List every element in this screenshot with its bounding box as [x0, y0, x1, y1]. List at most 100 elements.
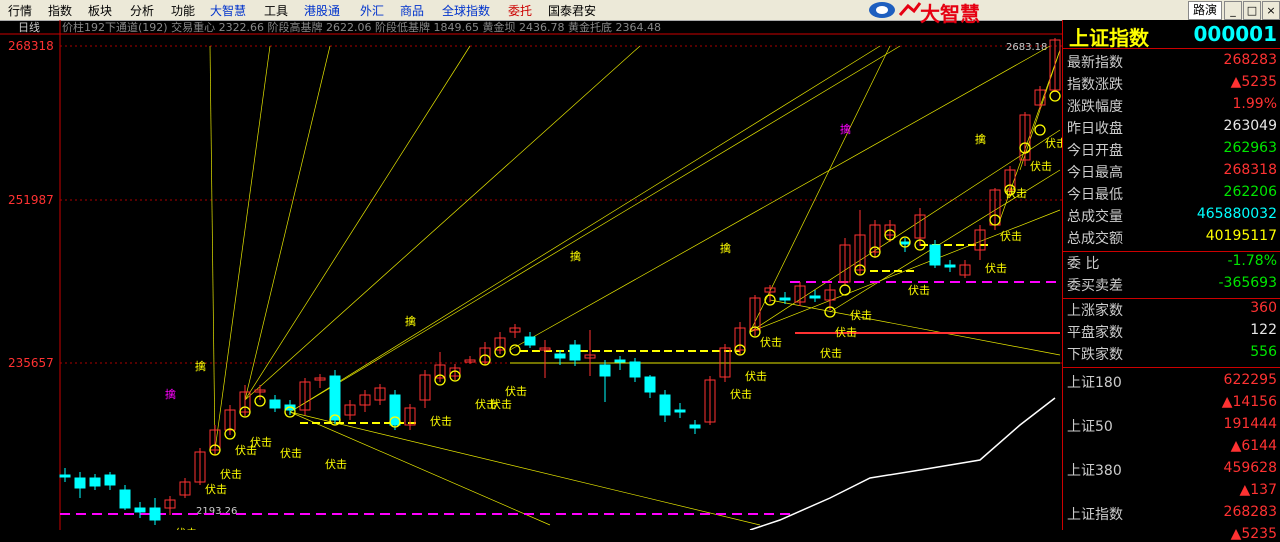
- y-axis-label-low: 235657: [8, 356, 54, 370]
- grab-label: 擒: [405, 314, 416, 328]
- candle-body: [779, 297, 791, 301]
- menu-item-global-index[interactable]: 全球指数: [442, 2, 490, 19]
- fan-line: [749, 45, 891, 333]
- quote-label: 涨跌幅度: [1067, 99, 1123, 115]
- grab-label: 擒: [720, 241, 731, 255]
- fan-line: [769, 299, 1061, 356]
- signal-label: 伏击: [745, 369, 767, 383]
- fan-line: [749, 209, 1061, 333]
- menu-item-forex[interactable]: 外汇: [360, 2, 384, 19]
- signal-label: 伏击: [1030, 159, 1052, 173]
- candle-body: [554, 353, 566, 359]
- candle-body: [629, 361, 641, 378]
- index-change: ▲5235: [1230, 526, 1277, 542]
- candle-body: [119, 489, 131, 509]
- candle-body: [809, 295, 821, 299]
- quote-label: 今日最低: [1067, 187, 1123, 203]
- menu-item-tools[interactable]: 工具: [264, 2, 288, 19]
- kline-chart-svg[interactable]: 日线 价柱192下通道(192) 交易重心 2322.66 阶段高基牌 2622…: [0, 20, 1067, 540]
- fan-line: [214, 45, 271, 451]
- indicator-header: 价柱192下通道(192) 交易重心 2322.66 阶段高基牌 2622.06…: [62, 20, 661, 34]
- signal-label: 伏击: [985, 261, 1007, 275]
- quote-panel: 上证指数 000001 最新指数 268283 指数涨跌 ▲5235 涨跌幅度 1.99%…: [1062, 20, 1280, 542]
- roadshow-button[interactable]: 路演: [1188, 1, 1222, 20]
- grab-label: 擒: [840, 122, 851, 136]
- menu-item-index[interactable]: 指数: [48, 2, 72, 19]
- quote-value: ▲5235: [1230, 74, 1277, 90]
- fan-line: [509, 45, 1051, 351]
- candle-body: [269, 399, 281, 409]
- candle-body: [134, 507, 146, 513]
- signal-marker: [509, 344, 521, 356]
- signal-label: 伏击: [760, 335, 782, 349]
- candle-body: [899, 241, 911, 245]
- period-tab[interactable]: 日线: [18, 20, 40, 34]
- candle-body: [944, 264, 956, 268]
- signal-label: 伏击: [250, 435, 272, 449]
- menu-item-gtja[interactable]: 国泰君安: [548, 2, 596, 19]
- index-label[interactable]: 上证180: [1067, 372, 1122, 392]
- quote-label: 总成交量: [1067, 209, 1123, 225]
- quote-value: 1.99%: [1232, 96, 1277, 112]
- index-value: 622295: [1223, 372, 1277, 388]
- candle-body: [674, 409, 686, 413]
- menu-item-trade[interactable]: 委托: [508, 2, 532, 19]
- signal-label: 伏击: [1045, 136, 1062, 150]
- quote-label: 今日开盘: [1067, 143, 1123, 159]
- grab-label: 擒: [975, 132, 986, 146]
- quote-label: 下跌家数: [1067, 347, 1123, 363]
- signal-marker: [1034, 124, 1046, 136]
- index-change: ▲6144: [1230, 438, 1277, 454]
- maximize-button[interactable]: □: [1243, 1, 1261, 20]
- index-change: ▲137: [1239, 482, 1278, 498]
- menu-item-function[interactable]: 功能: [171, 2, 195, 19]
- quote-value: 465880032: [1196, 206, 1277, 222]
- quote-label: 今日最高: [1067, 165, 1123, 181]
- index-label[interactable]: 上证380: [1067, 460, 1122, 480]
- candle-body: [659, 394, 671, 416]
- candle-body: [599, 364, 611, 377]
- quote-label: 指数涨跌: [1067, 77, 1123, 93]
- grab-label: 擒: [195, 359, 206, 373]
- signal-label: 伏击: [850, 308, 872, 322]
- quote-label: 委买卖差: [1067, 278, 1123, 294]
- y-axis-label-top: 268318: [8, 39, 54, 53]
- quote-value: 262963: [1223, 140, 1277, 156]
- signal-marker: [1049, 90, 1061, 102]
- candle-body: [644, 376, 656, 393]
- signal-label: 伏击: [908, 283, 930, 297]
- quote-value: 122: [1250, 322, 1277, 338]
- quote-value: 556: [1250, 344, 1277, 360]
- fan-line: [244, 45, 641, 401]
- index-label[interactable]: 上证指数: [1067, 504, 1123, 524]
- menu-item-hk-connect[interactable]: 港股通: [304, 2, 340, 19]
- signal-label: 伏击: [175, 526, 197, 530]
- candle-body: [89, 477, 101, 487]
- minimize-button[interactable]: _: [1224, 1, 1242, 20]
- quote-label: 最新指数: [1067, 55, 1123, 71]
- menu-item-sector[interactable]: 板块: [88, 2, 112, 19]
- signal-label: 伏击: [505, 384, 527, 398]
- kline-chart[interactable]: 日线 价柱192下通道(192) 交易重心 2322.66 阶段高基牌 2622…: [0, 20, 1067, 540]
- quote-label: 平盘家数: [1067, 325, 1123, 341]
- menu-item-commodity[interactable]: 商品: [400, 2, 424, 19]
- signal-labels: 伏击伏击伏击伏击伏击伏击伏击伏击伏击伏击 伏击伏击伏击伏击伏击伏击伏击伏击伏击伏击…: [165, 90, 1067, 540]
- brand-logo-icon: [869, 2, 922, 18]
- index-value: 268283: [1223, 504, 1277, 520]
- candle-body: [929, 244, 941, 266]
- close-button[interactable]: ×: [1262, 1, 1280, 20]
- candle-body: [524, 336, 536, 346]
- y-axis-label-mid: 251987: [8, 193, 54, 207]
- menu-item-analysis[interactable]: 分析: [130, 2, 154, 19]
- index-label[interactable]: 上证50: [1067, 416, 1113, 436]
- candle-body: [149, 507, 161, 521]
- signal-label: 伏击: [730, 387, 752, 401]
- signal-label: 伏击: [820, 346, 842, 360]
- signal-label: 伏击: [205, 482, 227, 496]
- menu-item-quotes[interactable]: 行情: [8, 2, 32, 19]
- index-change: ▲14156: [1221, 394, 1277, 410]
- quote-value: 268283: [1223, 52, 1277, 68]
- menu-item-dzh[interactable]: 大智慧: [210, 2, 246, 19]
- menu-bar: 行情 指数 板块 分析 功能 大智慧 工具 港股通 外汇 商品 全球指数 委托 …: [0, 0, 1280, 26]
- grab-label: 擒: [165, 387, 176, 401]
